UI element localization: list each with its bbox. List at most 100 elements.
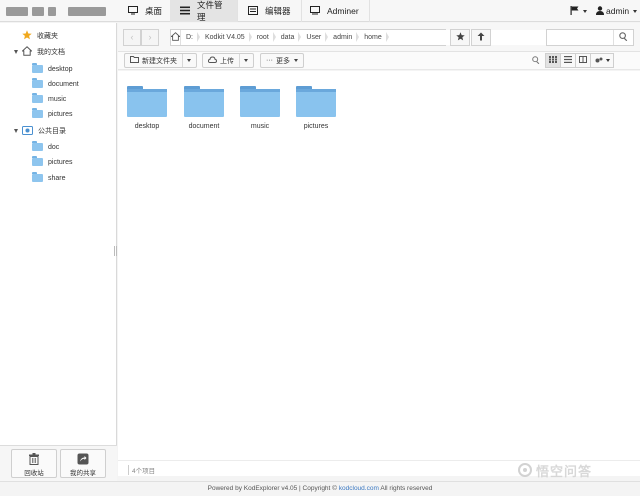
sidebar-item-public[interactable]: 公共目录 — [14, 124, 66, 138]
sidebar-item-label: doc — [48, 143, 60, 151]
up-level-button[interactable] — [471, 29, 491, 46]
folder-icon — [32, 93, 43, 103]
file-item-pictures[interactable]: pictures — [292, 86, 340, 130]
forward-button[interactable]: › — [141, 29, 159, 46]
nav-tab-adminer[interactable]: Adminer — [300, 0, 370, 22]
chevron-right-icon: › — [148, 32, 152, 42]
nav-tab-label: 桌面 — [145, 6, 163, 16]
public-folder-icon — [22, 125, 33, 137]
nav-tab-editor[interactable]: 编辑器 — [238, 0, 302, 22]
breadcrumb-item[interactable]: Kodkit V4.05 — [200, 30, 252, 45]
user-menu[interactable]: admin — [596, 0, 638, 22]
breadcrumb-item[interactable]: D: — [181, 30, 200, 45]
sidebar-bottom-bar: 回收站 我的共享 — [0, 445, 117, 481]
button-divider — [182, 54, 183, 67]
file-name: document — [188, 123, 220, 130]
folder-icon — [32, 63, 43, 73]
expand-arrow-icon[interactable] — [14, 129, 18, 133]
chevron-down-icon — [583, 9, 587, 13]
sidebar-item-label: 公共目录 — [38, 128, 66, 135]
sidebar-item-my-docs[interactable]: 我的文档 — [14, 45, 65, 59]
columns-icon — [579, 56, 587, 65]
footer-link[interactable]: kodcloud.com — [339, 485, 379, 492]
watermark-logo-icon — [518, 463, 532, 477]
breadcrumb-item[interactable]: data — [276, 30, 302, 45]
sidebar-item-desktop[interactable]: desktop — [32, 62, 73, 76]
sidebar-item-label: music — [48, 95, 67, 103]
more-button[interactable]: ··· 更多 — [260, 53, 304, 68]
file-item-music[interactable]: music — [236, 86, 284, 130]
view-mode-group — [545, 53, 614, 68]
nav-tab-desktop[interactable]: 桌面 — [118, 0, 174, 22]
expand-arrow-icon[interactable] — [14, 50, 18, 54]
view-settings-button[interactable] — [590, 53, 614, 68]
flag-icon — [570, 5, 579, 17]
sidebar-item-music[interactable]: music — [32, 92, 66, 106]
footer-prefix: Powered by KodExplorer v4.05 | Copyright… — [207, 485, 337, 492]
breadcrumb-home[interactable] — [170, 30, 181, 45]
home-icon — [21, 46, 33, 58]
sidebar-item-label: pictures — [48, 158, 73, 166]
file-area[interactable]: desktop document music pictures — [118, 71, 640, 460]
sidebar-item-label: 我的文档 — [37, 49, 65, 56]
new-folder-button[interactable]: 新建文件夹 — [124, 53, 197, 68]
watermark-text: 悟空问答 — [536, 463, 593, 479]
view-columns-button[interactable] — [575, 53, 591, 68]
chevron-down-icon — [605, 59, 610, 62]
footer: Powered by KodExplorer v4.05 | Copyright… — [0, 481, 640, 496]
chevron-down-icon[interactable] — [187, 59, 191, 62]
folder-icon — [240, 86, 280, 117]
sidebar-item-label: 收藏夹 — [37, 33, 58, 40]
sidebar-item-share[interactable]: share — [32, 171, 66, 185]
list-icon — [180, 6, 190, 17]
recycle-bin-button[interactable]: 回收站 — [11, 449, 57, 478]
sidebar-item-public-pictures[interactable]: pictures — [32, 155, 73, 169]
sidebar-item-label: share — [48, 174, 66, 182]
item-count: 4个项目 — [128, 465, 155, 475]
back-button[interactable]: ‹ — [123, 29, 141, 46]
grid-icon — [549, 56, 557, 65]
sidebar-item-favorites[interactable]: 收藏夹 — [22, 29, 58, 43]
trash-icon — [28, 453, 40, 465]
search-input[interactable] — [547, 30, 613, 45]
view-grid-button[interactable] — [545, 53, 561, 68]
upload-button[interactable]: 上传 — [202, 53, 254, 68]
more-label: 更多 — [276, 57, 290, 65]
nav-tab-file-manager[interactable]: 文件管理 — [170, 0, 238, 22]
upload-label: 上传 — [220, 57, 234, 65]
breadcrumb-item[interactable]: admin — [328, 30, 360, 45]
file-item-desktop[interactable]: desktop — [123, 86, 171, 130]
user-name: admin — [606, 6, 630, 16]
user-icon — [596, 5, 604, 17]
favorite-button[interactable] — [450, 29, 470, 46]
flag-menu[interactable] — [570, 0, 587, 22]
view-list-button[interactable] — [560, 53, 576, 68]
file-item-document[interactable]: document — [180, 86, 228, 130]
path-bar: ‹ › D: Kodkit V4.05 root data User admin… — [118, 23, 640, 52]
arrow-up-icon — [477, 32, 485, 43]
desktop-icon — [128, 5, 138, 17]
monitor-icon — [310, 5, 320, 17]
star-icon — [455, 32, 465, 43]
nav-tab-label: 文件管理 — [197, 0, 223, 22]
my-share-label: 我的共享 — [70, 470, 96, 477]
chevron-down-icon[interactable] — [244, 59, 248, 62]
breadcrumb-item[interactable]: User — [301, 30, 328, 45]
file-name: pictures — [303, 123, 329, 130]
breadcrumb-item[interactable]: root — [252, 30, 276, 45]
footer-suffix: All rights reserved — [380, 485, 433, 492]
sidebar-item-pictures[interactable]: pictures — [32, 107, 73, 121]
folder-icon — [127, 86, 167, 117]
search-button[interactable] — [613, 30, 633, 45]
sidebar-item-document[interactable]: document — [32, 77, 79, 91]
file-name: desktop — [134, 123, 160, 130]
sidebar-resize-handle[interactable] — [114, 246, 117, 256]
chevron-left-icon: ‹ — [130, 32, 134, 42]
my-share-button[interactable]: 我的共享 — [60, 449, 106, 478]
zoom-icon[interactable] — [532, 56, 540, 66]
sidebar-item-doc[interactable]: doc — [32, 140, 59, 154]
folder-icon — [296, 86, 336, 117]
chevron-down-icon — [633, 9, 638, 13]
editor-icon — [248, 5, 258, 17]
breadcrumb-item[interactable]: home — [359, 30, 389, 45]
